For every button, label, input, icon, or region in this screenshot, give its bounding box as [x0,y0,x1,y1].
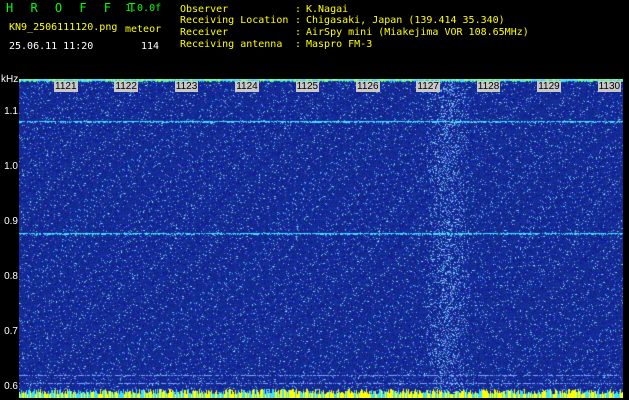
x-tick-label: 1127 [416,81,440,92]
receiver-value: AirSpy mini (Miakejima VOR 108.65MHz) [306,27,529,38]
receiver-label: Receiver [180,27,229,38]
version-label: 1.0.0f [125,3,162,14]
y-axis-unit: kHz [1,74,19,85]
meteor-count: 114 [141,41,160,52]
meteor-label: meteor [125,24,162,35]
filename-label: KN9_2506111120.png [9,22,118,33]
header-panel: H R O F F T 1.0.0f KN9_2506111120.png me… [0,0,629,78]
datetime-label: 25.06.11 11:20 [9,41,94,52]
location-value: Chigasaki, Japan (139.414 35.340) [306,15,505,26]
antenna-value: Maspro FM-3 [306,39,373,50]
x-tick-label: 1121 [54,81,78,92]
spectrogram-canvas [19,79,623,398]
y-tick-label: 0.9 [4,216,18,227]
receiver-sep: : [295,27,302,38]
x-tick-label: 1125 [295,81,320,92]
x-tick-label: 1129 [537,81,561,92]
y-tick-label: 0.7 [4,326,18,337]
spectrogram-plot [19,79,623,398]
x-tick-label: 1122 [114,81,138,92]
location-label: Receiving Location [180,15,289,26]
app-title: H R O F F T [6,1,141,15]
x-tick-label: 1126 [356,81,380,92]
x-tick-label: 1130 [597,81,622,92]
location-sep: : [295,15,302,26]
y-tick-label: 0.6 [4,381,18,392]
antenna-label: Receiving antenna [180,39,283,50]
y-tick-label: 0.8 [4,271,18,282]
y-tick-label: 1.0 [4,161,18,172]
x-tick-label: 1128 [476,81,501,92]
y-tick-label: 1.1 [4,106,18,117]
x-tick-label: 1123 [174,81,199,92]
x-tick-label: 1124 [235,81,259,92]
antenna-sep: : [295,39,302,50]
